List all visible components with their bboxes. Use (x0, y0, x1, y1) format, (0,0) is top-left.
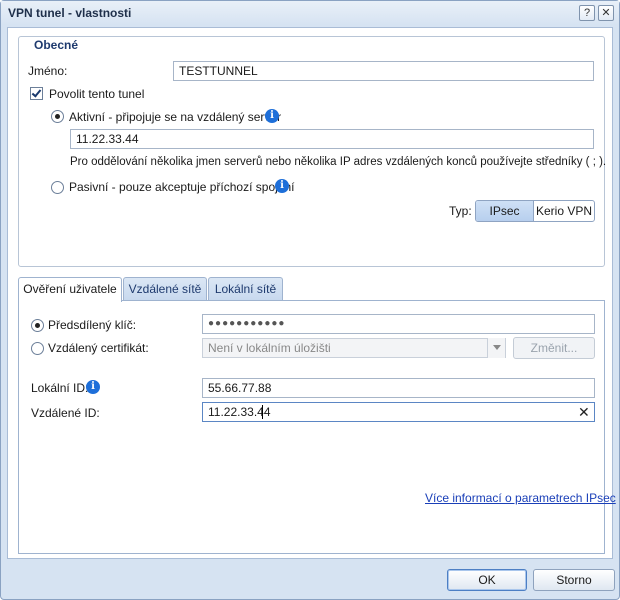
psk-label[interactable]: Předsdílený klíč: (48, 318, 136, 332)
ipsec-info-link[interactable]: Více informací o parametrech IPsec (425, 491, 616, 505)
remote-server-input[interactable]: 11.22.33.44 (70, 129, 594, 149)
remote-id-input[interactable]: 11.22.33.44 (202, 402, 595, 422)
radio-dot-icon (35, 323, 40, 328)
auth-tab-panel: Předsdílený klíč: ●●●●●●●●●●● Vzdálený c… (18, 300, 616, 554)
close-button[interactable]: ✕ (598, 5, 614, 21)
type-segmented-control[interactable]: IPsec Kerio VPN (475, 200, 595, 222)
dialog-window: VPN tunel - vlastnosti ? ✕ Obecné Jméno:… (0, 0, 620, 600)
type-option-kerio-vpn[interactable]: Kerio VPN (534, 201, 594, 221)
certificate-radio[interactable] (31, 342, 44, 355)
passive-mode-label[interactable]: Pasivní - pouze akceptuje příchozí spoje… (69, 180, 294, 194)
tab-local-networks[interactable]: Lokální sítě (208, 277, 283, 301)
checkmark-icon (31, 87, 42, 98)
active-info-icon[interactable]: i (265, 109, 279, 123)
local-id-label: Lokální ID: (31, 381, 89, 395)
local-id-info-icon[interactable]: i (86, 380, 100, 394)
enable-tunnel-label[interactable]: Povolit tento tunel (49, 87, 144, 101)
help-button[interactable]: ? (579, 5, 595, 21)
clear-icon[interactable]: ✕ (578, 405, 590, 419)
tab-remote-networks[interactable]: Vzdálené sítě (123, 277, 207, 301)
general-group: Obecné Jméno: TESTTUNNEL Povolit tento t… (18, 36, 607, 267)
tab-user-auth[interactable]: Ověření uživatele (18, 277, 122, 302)
chevron-down-icon[interactable] (487, 338, 505, 358)
change-certificate-button[interactable]: Změnit... (513, 337, 595, 359)
certificate-select[interactable]: Není v lokálním úložišti (202, 338, 506, 358)
psk-input[interactable]: ●●●●●●●●●●● (202, 314, 595, 334)
server-hint-text: Pro oddělování několika jmen serverů neb… (70, 156, 607, 168)
name-input[interactable]: TESTTUNNEL (173, 61, 594, 81)
title-bar[interactable]: VPN tunel - vlastnosti ? ✕ (1, 1, 619, 25)
enable-tunnel-checkbox[interactable] (30, 87, 43, 100)
remote-id-label: Vzdálené ID: (31, 406, 100, 420)
name-label: Jméno: (28, 64, 68, 78)
ok-button[interactable]: OK (447, 569, 527, 591)
type-label: Typ: (449, 204, 472, 218)
type-option-ipsec[interactable]: IPsec (476, 201, 534, 221)
dialog-content: Obecné Jméno: TESTTUNNEL Povolit tento t… (7, 27, 616, 559)
text-caret (262, 405, 263, 419)
window-title: VPN tunel - vlastnosti (8, 6, 132, 20)
passive-mode-radio[interactable] (51, 181, 64, 194)
general-legend: Obecné (31, 38, 82, 52)
radio-dot-icon (55, 114, 60, 119)
certificate-label[interactable]: Vzdálený certifikát: (48, 341, 149, 355)
passive-info-icon[interactable]: i (275, 179, 289, 193)
active-mode-label[interactable]: Aktivní - připojuje se na vzdálený serve… (69, 110, 281, 124)
local-id-input[interactable]: 55.66.77.88 (202, 378, 595, 398)
psk-radio[interactable] (31, 319, 44, 332)
cancel-button[interactable]: Storno (533, 569, 615, 591)
active-mode-radio[interactable] (51, 110, 64, 123)
